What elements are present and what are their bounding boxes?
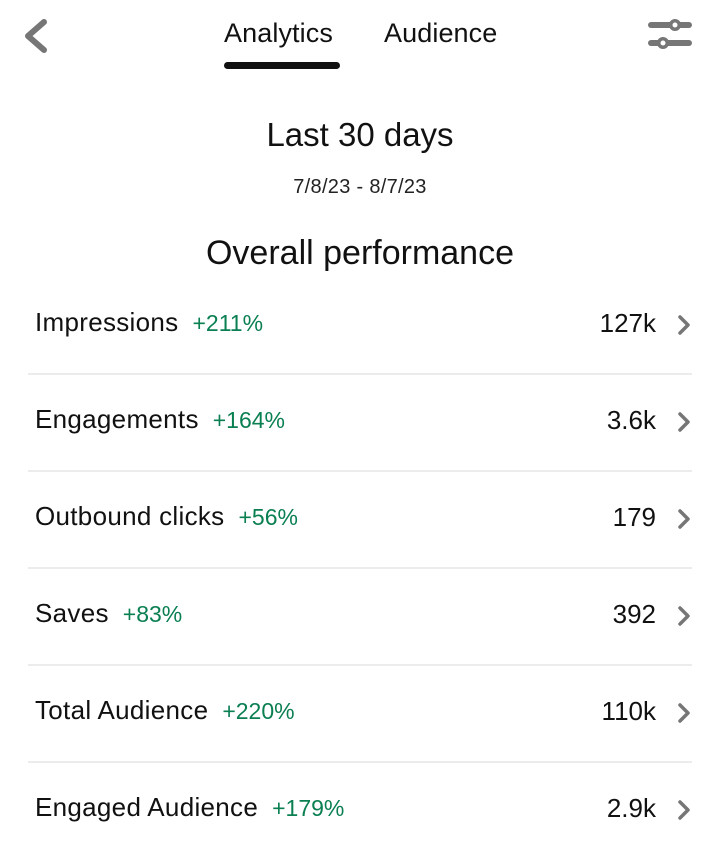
chevron-right-icon — [678, 606, 690, 626]
active-tab-indicator — [224, 62, 340, 69]
metric-change: +164% — [212, 407, 286, 433]
chevron-right-icon — [678, 800, 690, 820]
metric-value: 127k — [599, 308, 656, 338]
metric-value: 110k — [601, 696, 656, 726]
metric-label: Outbound clicks — [35, 501, 225, 531]
metric-label: Impressions — [35, 307, 179, 337]
metric-row-impressions[interactable]: Impressions +211% 127k — [28, 278, 692, 375]
chevron-right-icon — [678, 315, 690, 335]
metric-row-total-audience[interactable]: Total Audience +220% 110k — [28, 666, 692, 763]
metric-label: Saves — [35, 598, 109, 628]
metric-label: Engagements — [35, 404, 199, 434]
period-title: Last 30 days — [266, 116, 454, 153]
metric-change: +83% — [122, 601, 183, 627]
metric-row-saves[interactable]: Saves +83% 392 — [28, 569, 692, 666]
metric-label: Total Audience — [35, 695, 209, 725]
metric-change: +179% — [272, 795, 345, 821]
metric-value: 2.9k — [606, 793, 656, 823]
date-range: 7/8/23 - 8/7/23 — [293, 176, 427, 198]
chevron-left-icon — [25, 19, 47, 53]
metrics-list: Impressions +211% 127k Engagements +164%… — [28, 278, 692, 858]
chevron-right-icon — [678, 412, 690, 432]
tab-analytics[interactable]: Analytics — [224, 18, 333, 49]
filter-button[interactable] — [646, 14, 694, 58]
metric-value: 392 — [612, 599, 656, 629]
metric-row-engaged-audience[interactable]: Engaged Audience +179% 2.9k — [28, 763, 692, 858]
metric-change: +220% — [222, 698, 295, 724]
chevron-right-icon — [678, 703, 690, 723]
metric-change: +211% — [192, 310, 264, 336]
tab-audience[interactable]: Audience — [384, 18, 497, 49]
top-bar: Analytics Audience — [0, 0, 720, 80]
back-button[interactable] — [18, 14, 58, 58]
metric-label: Engaged Audience — [35, 792, 259, 822]
chevron-right-icon — [678, 509, 690, 529]
metric-change: +56% — [238, 504, 298, 530]
metric-value: 3.6k — [606, 405, 656, 435]
metric-row-outbound-clicks[interactable]: Outbound clicks +56% 179 — [28, 472, 692, 569]
sliders-icon — [648, 19, 692, 49]
metric-value: 179 — [612, 502, 656, 532]
section-title: Overall performance — [205, 234, 514, 272]
metric-row-engagements[interactable]: Engagements +164% 3.6k — [28, 375, 692, 472]
